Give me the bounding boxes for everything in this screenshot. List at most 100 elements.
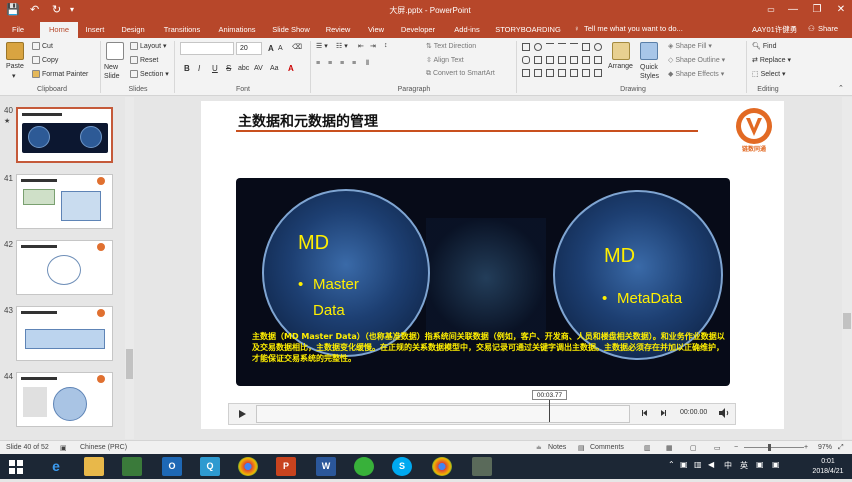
- tab-animations[interactable]: Animations: [212, 22, 262, 38]
- font-color-button[interactable]: A: [288, 64, 294, 73]
- line-spacing-icon[interactable]: ↕: [384, 42, 388, 49]
- tab-slide-show[interactable]: Slide Show: [268, 22, 314, 38]
- tab-design[interactable]: Design: [116, 22, 150, 38]
- align-center-icon[interactable]: ≡: [328, 60, 332, 67]
- numbering-icon[interactable]: ☷ ▾: [336, 42, 348, 50]
- save-icon[interactable]: 💾: [6, 3, 20, 16]
- increase-indent-icon[interactable]: ⇥: [370, 42, 376, 50]
- file-explorer-icon[interactable]: [84, 457, 104, 476]
- company-logo[interactable]: 链数同通: [732, 106, 776, 153]
- tray-up-arrow-icon[interactable]: ⌃: [668, 460, 675, 469]
- rounded-rectangle-shape-icon[interactable]: [522, 56, 530, 64]
- callout-shape-icon[interactable]: [522, 69, 530, 77]
- minimize-button[interactable]: —: [782, 2, 804, 18]
- cut-button[interactable]: Cut: [32, 42, 53, 50]
- project-app-icon[interactable]: [122, 457, 142, 476]
- security-icon[interactable]: ▣: [772, 460, 780, 469]
- font-size-field[interactable]: 20: [236, 42, 262, 55]
- restore-button[interactable]: ❐: [806, 2, 828, 18]
- ie-browser-icon[interactable]: e: [46, 457, 66, 476]
- underline-button[interactable]: U: [212, 64, 218, 73]
- clear-format-icon[interactable]: ⌫: [292, 43, 302, 51]
- strikethrough-button[interactable]: S: [226, 64, 231, 73]
- section-button[interactable]: Section ▾: [130, 70, 169, 79]
- skype-icon[interactable]: S: [392, 457, 412, 476]
- new-slide-icon[interactable]: [106, 42, 124, 60]
- slide-thumbnail-42[interactable]: [16, 240, 113, 295]
- zoom-slider[interactable]: [744, 447, 804, 448]
- slide-title[interactable]: 主数据和元数据的管理: [238, 111, 378, 131]
- tab-developer[interactable]: Developer: [396, 22, 440, 38]
- thumbnail-scrollbar[interactable]: [125, 97, 134, 439]
- slide-scrollbar[interactable]: [842, 97, 852, 439]
- freeform-shape-icon[interactable]: [558, 69, 566, 77]
- ime-app-icon[interactable]: ▣: [756, 460, 764, 469]
- curve-shape-icon[interactable]: [546, 69, 554, 77]
- tab-home[interactable]: Home: [40, 22, 78, 38]
- italic-button[interactable]: I: [198, 64, 200, 73]
- justify-icon[interactable]: ≡: [352, 60, 356, 67]
- tab-view[interactable]: View: [362, 22, 390, 38]
- font-name-field[interactable]: [180, 42, 234, 55]
- input-language[interactable]: 英: [740, 460, 748, 471]
- slide-thumbnail-40[interactable]: [16, 107, 113, 163]
- textbox-shape-icon[interactable]: [582, 43, 590, 51]
- line-shape-icon[interactable]: [546, 43, 554, 51]
- app-icon[interactable]: [472, 457, 492, 476]
- arrow-down-shape-icon[interactable]: [582, 56, 590, 64]
- star-shape-icon[interactable]: [594, 56, 602, 64]
- wechat-icon[interactable]: [354, 457, 374, 476]
- arrow-right-shape-icon[interactable]: [570, 56, 578, 64]
- char-spacing-button[interactable]: AV: [254, 65, 263, 72]
- new-slide-button[interactable]: New Slide: [104, 63, 126, 81]
- shape-fill-button[interactable]: ◈ Shape Fill ▾: [668, 42, 712, 50]
- spellcheck-icon[interactable]: ▣: [60, 444, 67, 452]
- close-button[interactable]: ✕: [830, 2, 852, 18]
- replace-button[interactable]: ⇄ Replace ▾: [752, 56, 791, 64]
- paste-button[interactable]: Paste: [6, 63, 24, 70]
- slide-thumbnail-41[interactable]: [16, 174, 113, 229]
- tray-app-icon[interactable]: ▣: [680, 460, 688, 469]
- collapse-ribbon-icon[interactable]: ⌃: [838, 84, 844, 92]
- notes-button[interactable]: Notes: [548, 444, 566, 451]
- playhead[interactable]: [549, 400, 550, 422]
- taskbar-clock[interactable]: 0:01 2018/4/21: [806, 457, 850, 477]
- user-name[interactable]: AAY01许健勇: [752, 24, 797, 35]
- slide-thumbnail-44[interactable]: [16, 372, 113, 427]
- app-icon[interactable]: Q: [200, 457, 220, 476]
- brace-shape-icon[interactable]: [534, 69, 542, 77]
- paste-dropdown-icon[interactable]: ▾: [12, 72, 16, 80]
- volume-tray-icon[interactable]: ◀: [708, 460, 714, 469]
- align-text-button[interactable]: ⇳ Align Text: [426, 56, 464, 64]
- bullets-icon[interactable]: ☰ ▾: [316, 42, 328, 50]
- align-right-icon[interactable]: ≡: [340, 60, 344, 67]
- chrome-icon[interactable]: [238, 457, 258, 476]
- normal-view-icon[interactable]: ▥: [644, 444, 651, 452]
- language-indicator[interactable]: Chinese (PRC): [80, 444, 127, 451]
- layout-button[interactable]: Layout ▾: [130, 42, 167, 51]
- scrollbar-thumb[interactable]: [126, 349, 133, 379]
- line-shape-icon[interactable]: [570, 43, 578, 51]
- ribbon-options-icon[interactable]: ▭: [760, 2, 782, 18]
- quick-styles-icon[interactable]: [640, 42, 658, 60]
- arrange-icon[interactable]: [612, 42, 630, 60]
- ime-mode[interactable]: 中: [724, 460, 732, 471]
- shape-outline-button[interactable]: ◇ Shape Outline ▾: [668, 56, 725, 64]
- step-back-button[interactable]: [640, 408, 650, 418]
- tab-review[interactable]: Review: [322, 22, 354, 38]
- star-shape-icon[interactable]: [594, 69, 602, 77]
- shapes-gallery[interactable]: [520, 41, 608, 83]
- customize-qat-icon[interactable]: ▾: [70, 5, 74, 14]
- zoom-level[interactable]: 97%: [818, 444, 832, 451]
- tab-add-ins[interactable]: Add-ins: [448, 22, 486, 38]
- text-direction-button[interactable]: ⇅ Text Direction: [426, 42, 476, 50]
- undo-icon[interactable]: ↶: [30, 3, 39, 16]
- volume-button[interactable]: [718, 408, 730, 418]
- powerpoint-icon[interactable]: P: [276, 457, 296, 476]
- copy-button[interactable]: Copy: [32, 56, 58, 64]
- network-icon[interactable]: ▥: [694, 460, 702, 469]
- outlook-icon[interactable]: O: [162, 457, 182, 476]
- oval-shape-icon[interactable]: [534, 43, 542, 51]
- slide-thumbnail-43[interactable]: [16, 306, 113, 361]
- play-button[interactable]: [236, 408, 248, 420]
